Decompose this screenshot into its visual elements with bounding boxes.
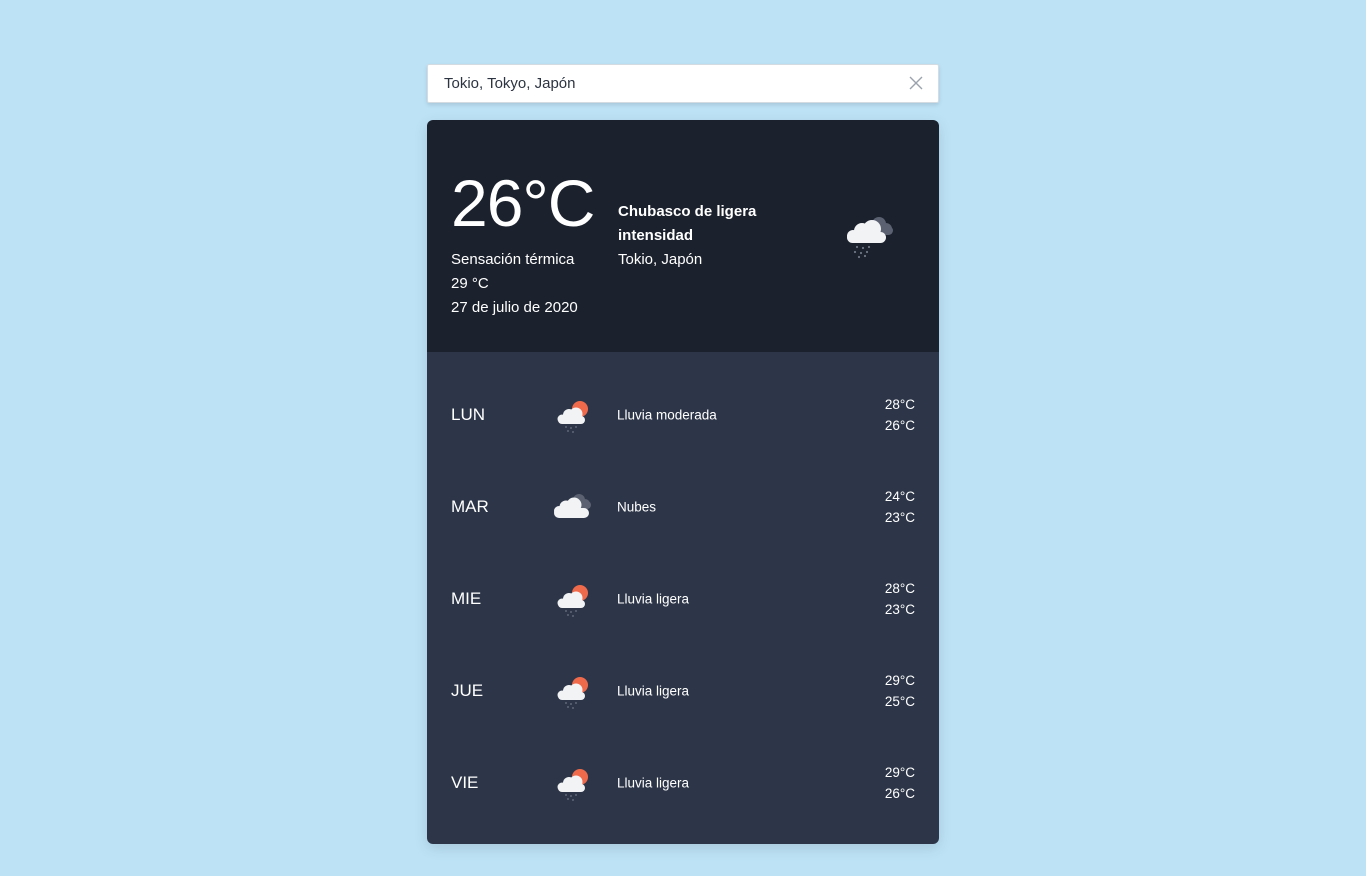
- feels-like-label: Sensación térmica: [451, 251, 575, 268]
- search-box: [427, 64, 939, 103]
- forecast-description: Lluvia ligera: [617, 591, 690, 607]
- forecast-row: MAR Nubes 24°C 23°C: [427, 461, 939, 553]
- current-details: Sensación térmica 29 °C 27 de julio de 2…: [451, 248, 578, 320]
- sun-cloud-rain-icon: [551, 579, 595, 619]
- forecast-description: Lluvia moderada: [617, 407, 717, 423]
- forecast-min: 23°C: [884, 510, 915, 525]
- sun-cloud-rain-icon: [551, 763, 595, 803]
- forecast-min: 26°C: [884, 418, 915, 433]
- sun-cloud-rain-icon: [551, 395, 595, 435]
- forecast-temps: 28°C 23°C: [885, 578, 915, 620]
- forecast-row: MIE Lluvia ligera 28°C 23°C: [427, 553, 939, 645]
- forecast-row: VIE Lluvia ligera 29°C 26°C: [427, 737, 939, 829]
- search-input[interactable]: [428, 65, 904, 102]
- forecast-description: Lluvia ligera: [617, 775, 690, 791]
- forecast-row: JUE Lluvia ligera 29°C 25°C: [427, 645, 939, 737]
- current-location: Tokio, Japón: [618, 251, 703, 268]
- forecast-temps: 28°C 26°C: [885, 394, 915, 436]
- close-icon[interactable]: [908, 75, 924, 91]
- current-temperature: 26°C: [451, 166, 595, 240]
- forecast-day: MIE: [451, 589, 482, 608]
- forecast-max: 28°C: [884, 581, 915, 596]
- forecast-description: Lluvia ligera: [617, 683, 690, 699]
- weather-app: 26°C Sensación térmica 29 °C 27 de julio…: [427, 64, 939, 844]
- rain-cloud-icon: [841, 208, 897, 264]
- forecast-min: 25°C: [884, 694, 915, 709]
- current-summary: Chubasco de ligera intensidad Tokio, Jap…: [618, 200, 798, 272]
- forecast-temps: 24°C 23°C: [885, 486, 915, 528]
- feels-like-value: 29 °C: [451, 275, 489, 292]
- current-date: 27 de julio de 2020: [451, 299, 578, 316]
- forecast-min: 23°C: [884, 602, 915, 617]
- forecast-day: LUN: [451, 405, 486, 424]
- forecast-max: 24°C: [884, 489, 915, 504]
- current-weather: 26°C Sensación térmica 29 °C 27 de julio…: [427, 120, 939, 352]
- weather-card: 26°C Sensación térmica 29 °C 27 de julio…: [427, 120, 939, 844]
- current-description: Chubasco de ligera intensidad: [618, 203, 757, 244]
- forecast-day: VIE: [451, 773, 479, 792]
- forecast-day: JUE: [451, 681, 484, 700]
- forecast-max: 29°C: [884, 765, 915, 780]
- forecast-temps: 29°C 25°C: [885, 670, 915, 712]
- forecast-list: LUN Lluvia moderada 28°C 26°C MAR Nubes …: [427, 352, 939, 844]
- forecast-day: MAR: [451, 497, 489, 516]
- forecast-min: 26°C: [884, 786, 915, 801]
- forecast-max: 29°C: [884, 673, 915, 688]
- forecast-max: 28°C: [884, 397, 915, 412]
- forecast-temps: 29°C 26°C: [885, 762, 915, 804]
- cloud-icon: [551, 487, 595, 527]
- forecast-row: LUN Lluvia moderada 28°C 26°C: [427, 369, 939, 461]
- sun-cloud-rain-icon: [551, 671, 595, 711]
- forecast-description: Nubes: [617, 499, 657, 515]
